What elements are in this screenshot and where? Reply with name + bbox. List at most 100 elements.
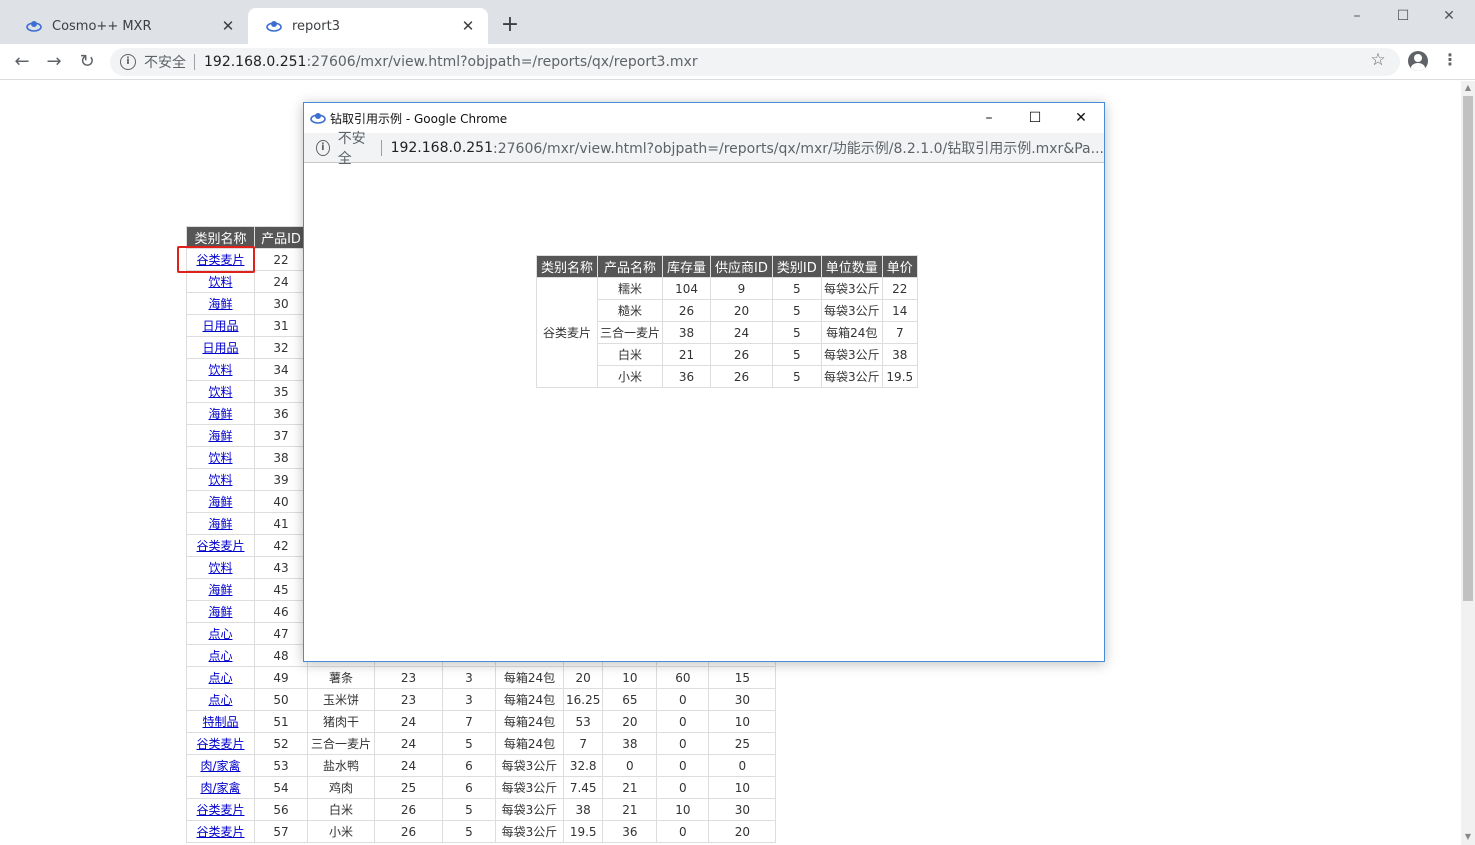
table-cell: 每袋3公斤 (495, 754, 564, 777)
menu-icon[interactable]: ⋮ (1442, 50, 1458, 70)
category-link[interactable]: 肉/家禽 (200, 759, 240, 773)
category-cell[interactable]: 点心 (186, 644, 255, 667)
category-cell[interactable]: 饮料 (186, 468, 255, 491)
table-cell: 47 (254, 622, 308, 645)
category-link[interactable]: 谷类麦片 (196, 825, 244, 839)
browser-toolbar: ← → ↻ i 不安全 192.168.0.251 :27606/mxr/vie… (0, 44, 1475, 80)
table-cell: 10 (602, 666, 658, 689)
new-tab-button[interactable]: + (498, 14, 522, 38)
popup-address-bar[interactable]: i 不安全 192.168.0.251 :27606/mxr/view.html… (304, 131, 1104, 167)
tab-close-icon[interactable]: ✕ (220, 18, 236, 34)
table-cell: 每箱24包 (820, 321, 883, 344)
category-cell[interactable]: 肉/家禽 (186, 776, 255, 799)
popup-close-icon[interactable]: ✕ (1058, 103, 1104, 133)
category-link[interactable]: 点心 (208, 627, 232, 641)
table-cell: 糙米 (597, 299, 664, 322)
category-cell[interactable]: 肉/家禽 (186, 754, 255, 777)
table-cell: 24 (254, 270, 308, 293)
category-link[interactable]: 谷类麦片 (196, 803, 244, 817)
category-link[interactable]: 谷类麦片 (196, 539, 244, 553)
scroll-down-icon[interactable]: ▼ (1461, 830, 1475, 844)
category-link[interactable]: 日用品 (202, 319, 238, 333)
info-icon[interactable]: i (316, 139, 330, 156)
category-link[interactable]: 肉/家禽 (200, 781, 240, 795)
popup-titlebar[interactable]: 钻取引用示例 - Google Chrome – ☐ ✕ (304, 103, 1104, 133)
table-cell: 52 (254, 732, 308, 755)
category-cell[interactable]: 饮料 (186, 380, 255, 403)
cosmo-logo-icon (266, 18, 282, 34)
category-link[interactable]: 海鲜 (208, 495, 232, 509)
category-cell[interactable]: 饮料 (186, 446, 255, 469)
table-cell: 54 (254, 776, 308, 799)
category-cell[interactable]: 饮料 (186, 556, 255, 579)
category-cell[interactable]: 饮料 (186, 358, 255, 381)
table-cell: 30 (708, 688, 777, 711)
category-cell[interactable]: 海鲜 (186, 292, 255, 315)
category-cell[interactable]: 谷类麦片 (186, 820, 255, 843)
tab-report3[interactable]: report3 ✕ (248, 8, 488, 44)
back-icon[interactable]: ← (10, 50, 34, 74)
minimize-icon[interactable]: – (1334, 4, 1380, 28)
category-link[interactable]: 海鲜 (208, 297, 232, 311)
category-link[interactable]: 海鲜 (208, 517, 232, 531)
category-link[interactable]: 饮料 (208, 451, 232, 465)
category-link[interactable]: 点心 (208, 693, 232, 707)
category-cell[interactable]: 点心 (186, 688, 255, 711)
category-link[interactable]: 海鲜 (208, 583, 232, 597)
category-cell[interactable]: 特制品 (186, 710, 255, 733)
category-cell[interactable]: 点心 (186, 666, 255, 689)
category-cell[interactable]: 海鲜 (186, 600, 255, 623)
category-link[interactable]: 日用品 (202, 341, 238, 355)
category-cell[interactable]: 海鲜 (186, 402, 255, 425)
reload-icon[interactable]: ↻ (75, 50, 99, 74)
scrollbar-thumb[interactable] (1463, 96, 1473, 601)
profile-avatar-icon[interactable] (1408, 51, 1428, 71)
category-cell[interactable]: 日用品 (186, 336, 255, 359)
table-cell: 22 (881, 277, 918, 300)
address-bar[interactable]: i 不安全 192.168.0.251 :27606/mxr/view.html… (110, 48, 1400, 76)
category-link[interactable]: 点心 (208, 649, 232, 663)
category-link[interactable]: 谷类麦片 (196, 737, 244, 751)
category-link[interactable]: 饮料 (208, 561, 232, 575)
tab-close-icon[interactable]: ✕ (460, 18, 476, 34)
table-cell: 21 (662, 343, 712, 366)
category-link[interactable]: 海鲜 (208, 407, 232, 421)
bookmark-star-icon[interactable]: ☆ (1368, 50, 1388, 70)
category-link[interactable]: 点心 (208, 671, 232, 685)
category-link[interactable]: 饮料 (208, 473, 232, 487)
table-cell: 60 (656, 666, 710, 689)
category-cell[interactable]: 海鲜 (186, 424, 255, 447)
category-link[interactable]: 海鲜 (208, 605, 232, 619)
table-cell: 3 (442, 688, 496, 711)
table-cell: 35 (254, 380, 308, 403)
forward-icon[interactable]: → (42, 50, 66, 74)
category-cell[interactable]: 海鲜 (186, 490, 255, 513)
category-link[interactable]: 特制品 (202, 715, 238, 729)
category-cell[interactable]: 谷类麦片 (186, 732, 255, 755)
category-cell[interactable]: 饮料 (186, 270, 255, 293)
table-cell: 26 (710, 343, 773, 366)
table-cell: 38 (662, 321, 712, 344)
category-link[interactable]: 饮料 (208, 363, 232, 377)
close-icon[interactable]: ✕ (1426, 4, 1472, 28)
maximize-icon[interactable]: ☐ (1380, 4, 1426, 28)
table-cell: 36 (662, 365, 712, 388)
scroll-up-icon[interactable]: ▲ (1461, 81, 1475, 95)
info-icon[interactable]: i (120, 54, 136, 70)
category-link[interactable]: 饮料 (208, 385, 232, 399)
tab-cosmo[interactable]: Cosmo++ MXR ✕ (8, 8, 248, 44)
category-cell[interactable]: 点心 (186, 622, 255, 645)
category-cell[interactable]: 海鲜 (186, 512, 255, 535)
category-cell[interactable]: 日用品 (186, 314, 255, 337)
popup-minimize-icon[interactable]: – (966, 103, 1012, 133)
category-cell[interactable]: 谷类麦片 (186, 534, 255, 557)
category-link[interactable]: 海鲜 (208, 429, 232, 443)
category-cell[interactable]: 谷类麦片 (186, 798, 255, 821)
popup-maximize-icon[interactable]: ☐ (1012, 103, 1058, 133)
category-cell[interactable]: 海鲜 (186, 578, 255, 601)
table-cell: 57 (254, 820, 308, 843)
category-link[interactable]: 饮料 (208, 275, 232, 289)
table-cell: 14 (881, 299, 918, 322)
table-row: 谷类麦片 57 小米 26 5 每袋3公斤 19.5 36 0 20 (186, 820, 777, 843)
table-cell: 31 (254, 314, 308, 337)
